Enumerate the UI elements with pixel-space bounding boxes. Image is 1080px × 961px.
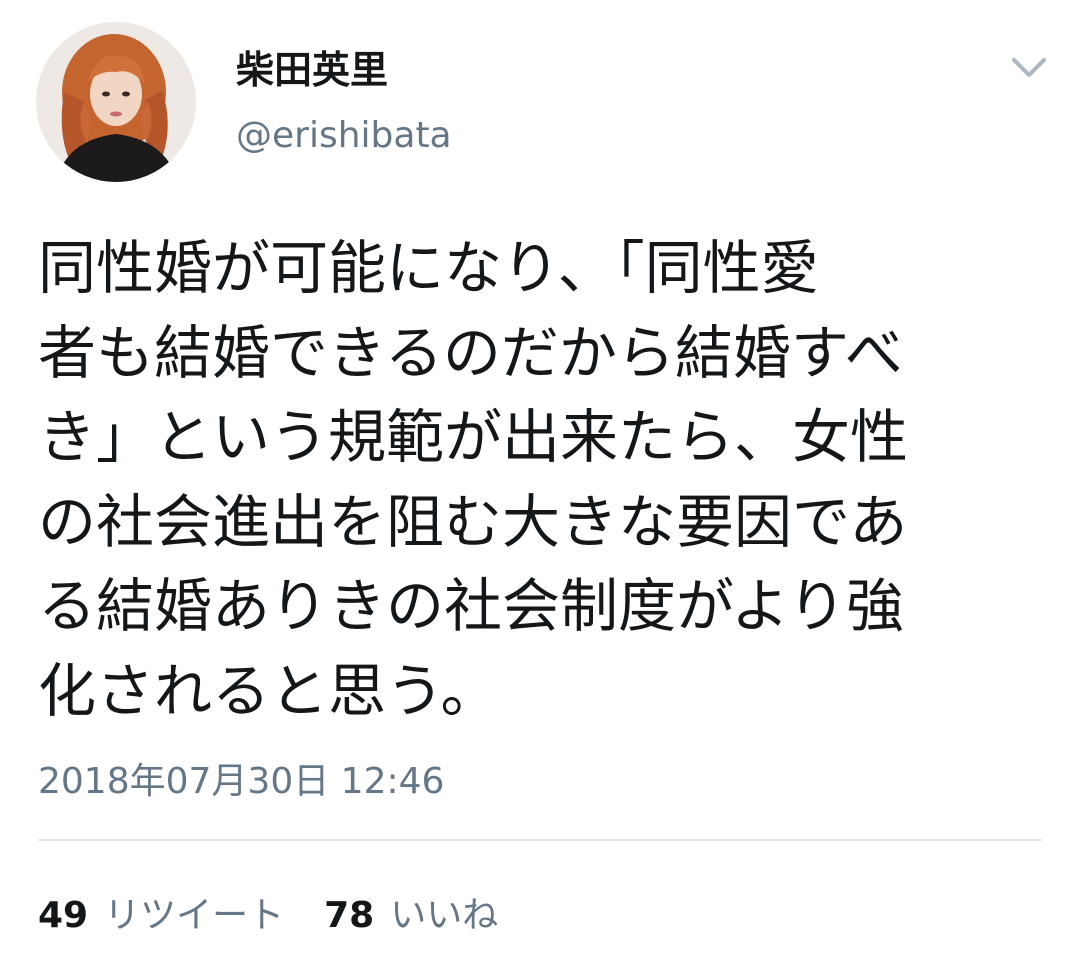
avatar[interactable] [36,22,196,182]
chevron-down-icon[interactable] [1006,50,1052,84]
user-handle[interactable]: @erishibata [236,116,452,156]
retweet-count: 49 [38,895,89,936]
tweet-card: 柴田英里 @erishibata 同性婚が可能になり、「同性愛 者も結婚できるの… [0,0,1080,961]
avatar-image [36,22,196,182]
like-stat[interactable]: 78 いいね [324,886,498,938]
tweet-stats: 49 リツイート 78 いいね [38,886,538,938]
tweet-text-line: 者も結婚できるのだから結婚すべ [38,318,903,387]
divider [38,839,1042,841]
tweet-text-line: き」という規範が出来たら、女性 [38,403,909,471]
tweet-text-line: の社会進出を阻む大きな要因であ [38,487,908,556]
like-count: 78 [324,895,375,936]
tweet-timestamp[interactable]: 2018年07月30日 12:46 [38,752,444,804]
display-name[interactable]: 柴田英里 [236,49,388,92]
tweet-text-line: 同性婚が可能になり、「同性愛 [38,234,819,302]
like-label: いいね [390,895,499,936]
retweet-stat[interactable]: 49 リツイート [38,886,284,938]
tweet-text-line: 化されると思う。 [38,656,499,725]
retweet-label: リツイート [104,895,285,936]
tweet-text-line: る結婚ありきの社会制度がより強 [38,572,904,640]
tweet-text: 同性婚が可能になり、「同性愛 者も結婚できるのだから結婚すべ き」という規範が出… [38,226,1048,733]
